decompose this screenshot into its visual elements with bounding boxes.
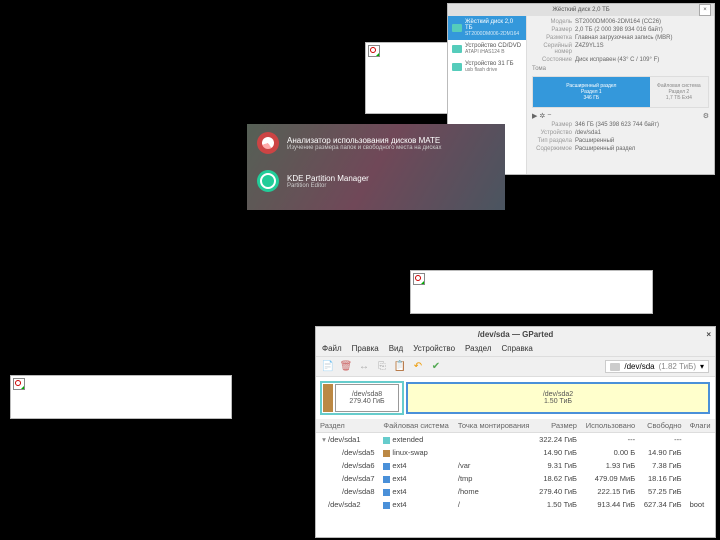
app-icon [257, 132, 279, 154]
volume-diagram[interactable]: Расширенный раздел Раздел 1 346 ГБ Файло… [532, 76, 709, 108]
property-row: Размер2,0 ТБ (2 000 398 934 016 байт) [532, 27, 709, 33]
toolbar: 📄 🗑 ↔ ⎘ 📋 ↶ ✔ /dev/sda (1.82 ТиБ) ▾ [316, 357, 715, 377]
fs-swatch [383, 463, 390, 470]
property-row: Размер346 ГБ (345 398 623 744 байт) [532, 122, 709, 128]
app-launcher-results: Анализатор использования дисков MATEИзуч… [247, 124, 505, 210]
broken-image-placeholder [410, 270, 653, 314]
fs-swatch [383, 502, 390, 509]
column-header[interactable]: Размер [535, 419, 581, 433]
column-header[interactable]: Файловая система [379, 419, 453, 433]
close-icon[interactable]: × [699, 4, 711, 16]
property-row: РазметкаГлавная загрузочная запись (MBR) [532, 35, 709, 41]
broken-image-placeholder [10, 375, 232, 419]
column-header[interactable]: Раздел [316, 419, 379, 433]
table-row[interactable]: /dev/sda8 ext4 /home 279.40 ГиБ 222.15 Г… [316, 485, 715, 498]
copy-icon[interactable]: ⎘ [376, 361, 388, 373]
broken-image-icon [368, 45, 380, 57]
resize-icon[interactable]: ↔ [358, 361, 370, 373]
mount-icon[interactable]: ▶ [532, 112, 537, 120]
disk-icon [452, 45, 462, 53]
property-row: СодержимоеРасширенный раздел [532, 146, 709, 152]
property-row: Серийный номерZ4Z9YL1S [532, 43, 709, 55]
disk-icon [452, 24, 462, 32]
partition-sda2[interactable]: /dev/sda2 1.50 ТиБ [406, 382, 710, 414]
menu-item[interactable]: Справка [502, 344, 533, 353]
device-details: МодельST2000DM006-2DM164 (CC26) Размер2,0… [527, 16, 714, 174]
partition-table: РазделФайловая системаТочка монтирования… [316, 419, 715, 511]
menu-bar: Файл Правка Вид Устройство Раздел Справка [316, 341, 715, 357]
volume-part-1[interactable]: Расширенный раздел Раздел 1 346 ГБ [533, 77, 650, 107]
sidebar-device[interactable]: Устройство CD/DVDATAPI iHAS124 B [448, 40, 526, 58]
gear-icon[interactable]: ⚙ [703, 112, 709, 120]
close-icon[interactable]: × [706, 330, 711, 339]
launcher-result[interactable]: Анализатор использования дисков MATEИзуч… [247, 124, 505, 162]
fs-swatch [383, 450, 390, 457]
window-title-bar[interactable]: Жёсткий диск 2,0 ТБ × [448, 4, 714, 16]
disk-icon [452, 63, 462, 71]
apply-icon[interactable]: ✔ [430, 361, 442, 373]
sidebar-device[interactable]: Устройство 31 ГБusb flash drive [448, 58, 526, 76]
volume-part-2[interactable]: Файловая система Раздел 2 1,7 ТБ Ext4 [650, 77, 708, 107]
table-row[interactable]: /dev/sda7 ext4 /tmp 18.62 ГиБ 479.09 МиБ… [316, 472, 715, 485]
fs-swatch [383, 476, 390, 483]
fs-swatch [383, 489, 390, 496]
chevron-down-icon: ▾ [700, 362, 704, 371]
column-header[interactable]: Точка монтирования [454, 419, 535, 433]
extended-partition[interactable]: /dev/sda8 279.40 ГиБ [320, 381, 404, 415]
undo-icon[interactable]: ↶ [412, 361, 424, 373]
column-header[interactable]: Флаги [686, 419, 715, 433]
minus-icon[interactable]: − [547, 112, 551, 120]
table-row[interactable]: ▾/dev/sda1 extended 322.24 ГиБ --- --- [316, 433, 715, 447]
new-icon[interactable]: 📄 [322, 361, 334, 373]
menu-item[interactable]: Вид [389, 344, 403, 353]
paste-icon[interactable]: 📋 [394, 361, 406, 373]
volumes-label: Тома [532, 66, 709, 72]
column-header[interactable]: Свободно [639, 419, 685, 433]
app-icon [257, 170, 279, 192]
menu-item[interactable]: Устройство [413, 344, 455, 353]
launcher-result[interactable]: KDE Partition ManagerPartition Editor [247, 162, 505, 200]
delete-icon[interactable]: 🗑 [340, 361, 352, 373]
menu-item[interactable]: Файл [322, 344, 342, 353]
table-row[interactable]: /dev/sda2 ext4 / 1.50 ТиБ 913.44 ГиБ 627… [316, 498, 715, 511]
settings-icon[interactable]: ✲ [539, 112, 545, 120]
partition-sda8[interactable]: /dev/sda8 279.40 ГиБ [335, 384, 399, 412]
property-row: СостояниеДиск исправен (43° C / 109° F) [532, 57, 709, 63]
volume-controls: ▶ ✲ − ⚙ [532, 112, 709, 120]
broken-image-icon [413, 273, 425, 285]
window-title-bar[interactable]: /dev/sda — GParted × [316, 327, 715, 341]
fs-swatch [383, 437, 390, 444]
broken-image-icon [13, 378, 25, 390]
gparted-window: /dev/sda — GParted × Файл Правка Вид Устрой… [315, 326, 716, 538]
property-row: Тип разделаРасширенный [532, 138, 709, 144]
table-row[interactable]: /dev/sda6 ext4 /var 9.31 ГиБ 1.93 ГиБ 7.… [316, 459, 715, 472]
disk-icon [610, 363, 620, 371]
table-row[interactable]: /dev/sda5 linux-swap 14.90 ГиБ 0.00 Б 14… [316, 446, 715, 459]
partition-diagram[interactable]: /dev/sda8 279.40 ГиБ /dev/sda2 1.50 ТиБ [320, 381, 711, 415]
property-row: Устройство/dev/sda1 [532, 130, 709, 136]
device-selector[interactable]: /dev/sda (1.82 ТиБ) ▾ [605, 360, 709, 373]
window-title: /dev/sda — GParted [478, 330, 554, 339]
column-header[interactable]: Использовано [581, 419, 639, 433]
sidebar-device[interactable]: Жёсткий диск 2,0 ТБST2000DM006-2DM164 [448, 16, 526, 40]
menu-item[interactable]: Раздел [465, 344, 491, 353]
swap-partition[interactable] [323, 384, 333, 412]
property-row: МодельST2000DM006-2DM164 (CC26) [532, 19, 709, 25]
menu-item[interactable]: Правка [352, 344, 379, 353]
window-title: Жёсткий диск 2,0 ТБ [552, 7, 609, 13]
